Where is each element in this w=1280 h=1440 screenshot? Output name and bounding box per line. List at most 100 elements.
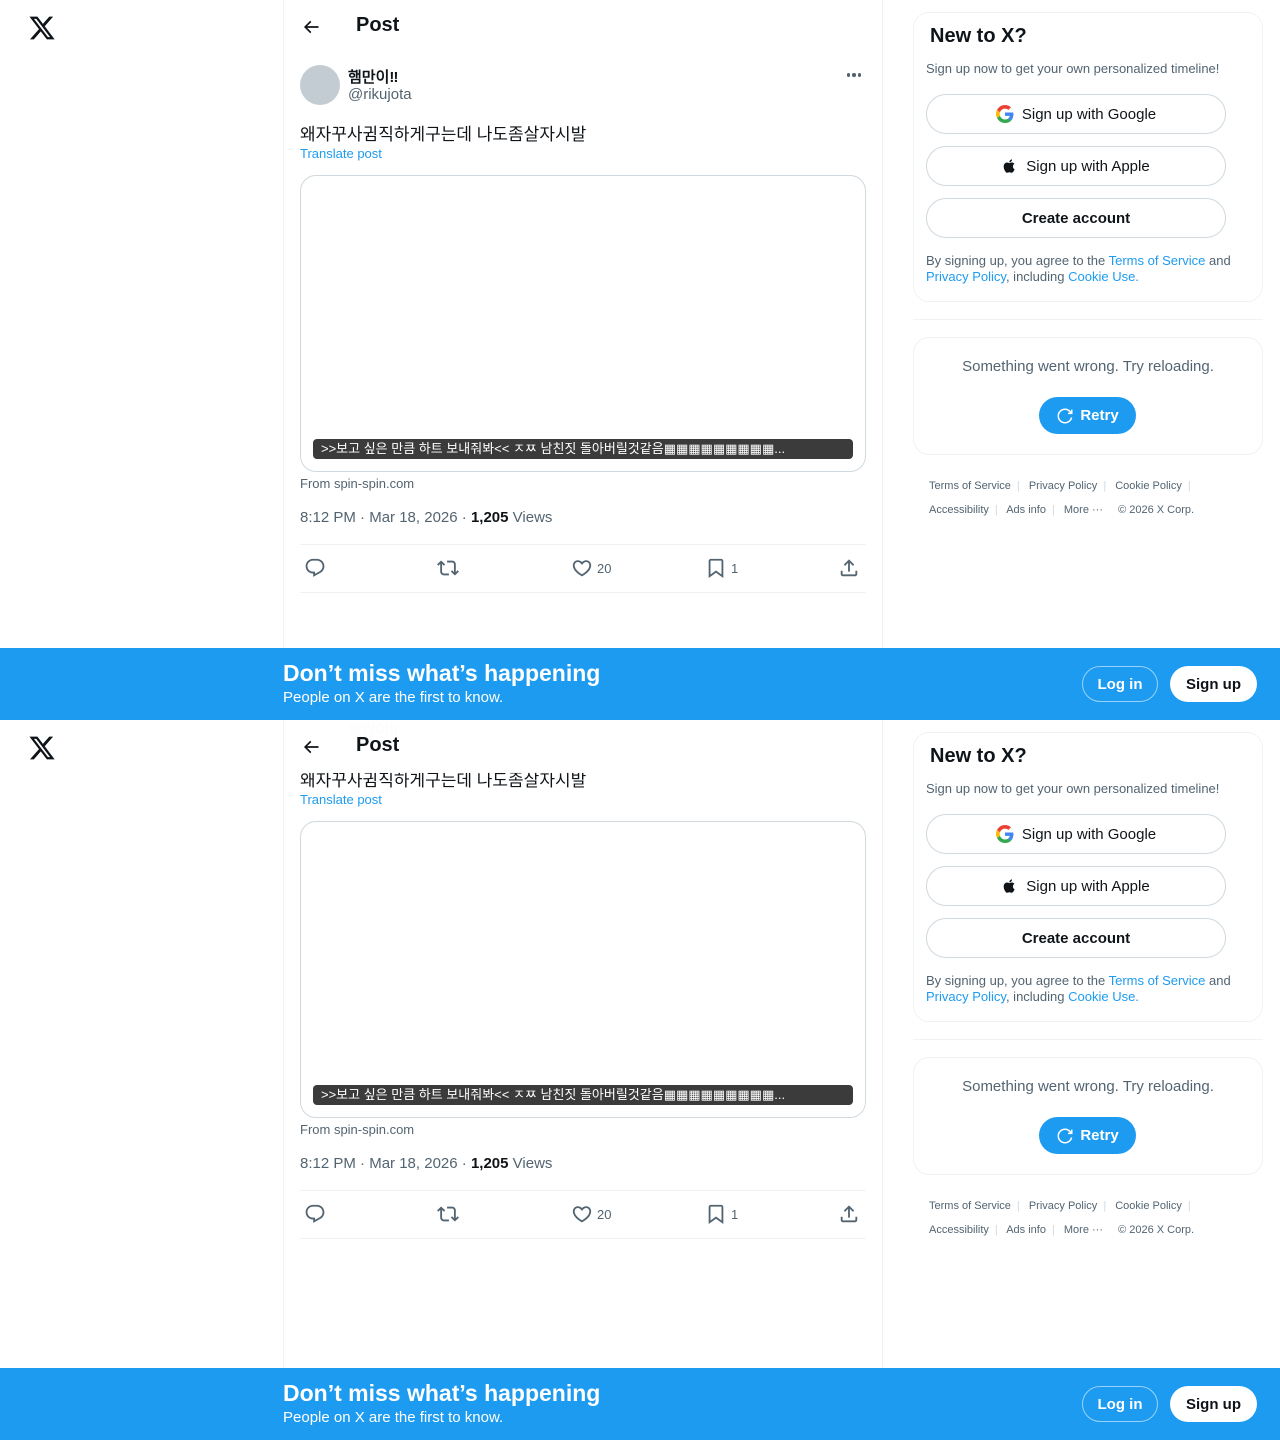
- google-signup-label: Sign up with Google: [1021, 105, 1157, 123]
- privacy-link[interactable]: Privacy Policy: [926, 989, 1006, 1004]
- terms-link[interactable]: Terms of Service: [1109, 253, 1206, 268]
- signup-button[interactable]: Sign up: [1170, 1386, 1257, 1422]
- action-bar: 20 1: [300, 1190, 866, 1239]
- google-signup-button[interactable]: Sign up with Google: [926, 94, 1226, 134]
- footer-link-accessibility[interactable]: Accessibility: [929, 1224, 989, 1236]
- avatar[interactable]: [300, 65, 340, 105]
- apple-signup-button[interactable]: Sign up with Apple: [926, 146, 1226, 186]
- repost-icon: [437, 1206, 459, 1222]
- share-icon: [840, 1205, 858, 1223]
- refresh-icon: [1057, 408, 1073, 423]
- repost-button[interactable]: [437, 1203, 459, 1225]
- signup-title: New to X?: [930, 745, 1027, 767]
- terms-text: By signing up, you agree to the Terms of…: [926, 973, 1231, 1004]
- login-button[interactable]: Log in: [1082, 666, 1158, 702]
- footer-links: Terms of Service | Privacy Policy | Cookie…: [929, 480, 1195, 516]
- views-count: 1,205: [470, 509, 509, 526]
- error-panel: Something went wrong. Try reloading. Ret…: [913, 1057, 1263, 1175]
- views-label: Views: [512, 1155, 553, 1172]
- card-caption: >>보고 싶은 만큼 하트 보내줘봐<< ㅈㅉ 남친짓 돌아버릴것같음▦▦▦▦▦…: [313, 1085, 853, 1105]
- terms-text: By signing up, you agree to the Terms of…: [926, 253, 1231, 284]
- page-title: Post: [356, 14, 400, 36]
- retry-button[interactable]: Retry: [1039, 397, 1136, 434]
- footer-link-accessibility[interactable]: Accessibility: [929, 504, 989, 516]
- reply-button[interactable]: [304, 557, 326, 579]
- bookmark-count: 1: [731, 560, 739, 576]
- link-card[interactable]: >>보고 싶은 만큼 하트 보내줘봐<< ㅈㅉ 남친짓 돌아버릴것같음▦▦▦▦▦…: [300, 821, 866, 1118]
- like-button[interactable]: 20: [571, 557, 611, 579]
- post-date[interactable]: Mar 18, 2026: [369, 1155, 457, 1172]
- footer-link-privacy[interactable]: Privacy Policy: [1029, 480, 1097, 492]
- views-count: 1,205: [470, 1155, 509, 1172]
- bookmark-button[interactable]: 1: [705, 1203, 738, 1225]
- retry-label: Retry: [1080, 407, 1119, 424]
- card-source[interactable]: From spin-spin.com: [300, 1122, 414, 1137]
- footer-link-ads[interactable]: Ads info: [1006, 1224, 1046, 1236]
- post-time[interactable]: 8:12 PM: [300, 509, 356, 526]
- footer-link-cookie[interactable]: Cookie Policy: [1115, 1200, 1182, 1212]
- bookmark-icon: [708, 558, 724, 579]
- post-time[interactable]: 8:12 PM: [300, 1155, 356, 1172]
- signup-panel: New to X? Sign up now to get your own pe…: [913, 12, 1263, 302]
- action-bar: 20 1: [300, 544, 866, 593]
- like-count: 20: [597, 1206, 612, 1222]
- screen-frame-top: Post 햄만이‼ @rikujota 왜자꾸사귐직하게구는데 나도좀살자시발 …: [0, 0, 1280, 720]
- primary-column: Post 햄만이‼ @rikujota 왜자꾸사귐직하게구는데 나도좀살자시발 …: [283, 0, 883, 720]
- reply-button[interactable]: [304, 1203, 326, 1225]
- signup-panel: New to X? Sign up now to get your own pe…: [913, 732, 1263, 1022]
- post-date[interactable]: Mar 18, 2026: [369, 509, 457, 526]
- apple-icon: [1003, 159, 1015, 173]
- signup-subtitle: Sign up now to get your own personalized…: [926, 61, 1220, 76]
- back-button[interactable]: [296, 732, 326, 762]
- refresh-icon: [1057, 1128, 1073, 1143]
- like-count: 20: [597, 560, 612, 576]
- header-bar: Post: [284, 720, 882, 773]
- bookmark-button[interactable]: 1: [705, 557, 738, 579]
- share-button[interactable]: [838, 557, 860, 579]
- terms-link[interactable]: Terms of Service: [1109, 973, 1206, 988]
- repost-button[interactable]: [437, 557, 459, 579]
- author-handle[interactable]: @rikujota: [348, 86, 412, 103]
- apple-signup-button[interactable]: Sign up with Apple: [926, 866, 1226, 906]
- card-source[interactable]: From spin-spin.com: [300, 476, 414, 491]
- page-title: Post: [356, 734, 400, 756]
- cookie-link[interactable]: Cookie Use.: [1068, 269, 1139, 284]
- x-logo-icon[interactable]: [28, 734, 56, 762]
- link-card[interactable]: >>보고 싶은 만큼 하트 보내줘봐<< ㅈㅉ 남친짓 돌아버릴것같음▦▦▦▦▦…: [300, 175, 866, 472]
- post-meta: 8:12 PM · Mar 18, 2026 · 1,205 Views: [300, 509, 553, 526]
- more-options-button[interactable]: [842, 65, 866, 85]
- like-button[interactable]: 20: [571, 1203, 611, 1225]
- back-button[interactable]: [296, 12, 326, 42]
- footer-link-ads[interactable]: Ads info: [1006, 504, 1046, 516]
- footer-link-terms[interactable]: Terms of Service: [929, 480, 1011, 492]
- footer-link-terms[interactable]: Terms of Service: [929, 1200, 1011, 1212]
- author-name[interactable]: 햄만이‼: [348, 66, 398, 87]
- post-meta: 8:12 PM · Mar 18, 2026 · 1,205 Views: [300, 1155, 553, 1172]
- share-button[interactable]: [838, 1203, 860, 1225]
- x-logo-icon[interactable]: [28, 14, 56, 42]
- banner-subtitle: People on X are the first to know.: [283, 689, 504, 706]
- footer-link-more[interactable]: More ···: [1064, 1224, 1103, 1236]
- translate-post-link[interactable]: Translate post: [300, 146, 382, 161]
- translate-post-link[interactable]: Translate post: [300, 792, 382, 807]
- heart-icon: [572, 560, 592, 577]
- banner-subtitle: People on X are the first to know.: [283, 1409, 504, 1426]
- copyright: © 2026 X Corp.: [1118, 504, 1195, 516]
- login-button[interactable]: Log in: [1082, 1386, 1158, 1422]
- views-label: Views: [512, 509, 553, 526]
- error-message: Something went wrong. Try reloading.: [962, 1078, 1214, 1095]
- footer-link-more[interactable]: More ···: [1064, 504, 1103, 516]
- retry-button[interactable]: Retry: [1039, 1117, 1136, 1154]
- footer-link-privacy[interactable]: Privacy Policy: [1029, 1200, 1097, 1212]
- create-account-button[interactable]: Create account: [926, 198, 1226, 238]
- signup-button[interactable]: Sign up: [1170, 666, 1257, 702]
- footer-links: Terms of Service | Privacy Policy | Cookie…: [929, 1200, 1195, 1236]
- create-account-button[interactable]: Create account: [926, 918, 1226, 958]
- google-signup-button[interactable]: Sign up with Google: [926, 814, 1226, 854]
- retry-label: Retry: [1080, 1127, 1119, 1144]
- bookmark-icon: [708, 1204, 724, 1225]
- post-author: 햄만이‼ @rikujota: [300, 65, 866, 105]
- cookie-link[interactable]: Cookie Use.: [1068, 989, 1139, 1004]
- privacy-link[interactable]: Privacy Policy: [926, 269, 1006, 284]
- footer-link-cookie[interactable]: Cookie Policy: [1115, 480, 1182, 492]
